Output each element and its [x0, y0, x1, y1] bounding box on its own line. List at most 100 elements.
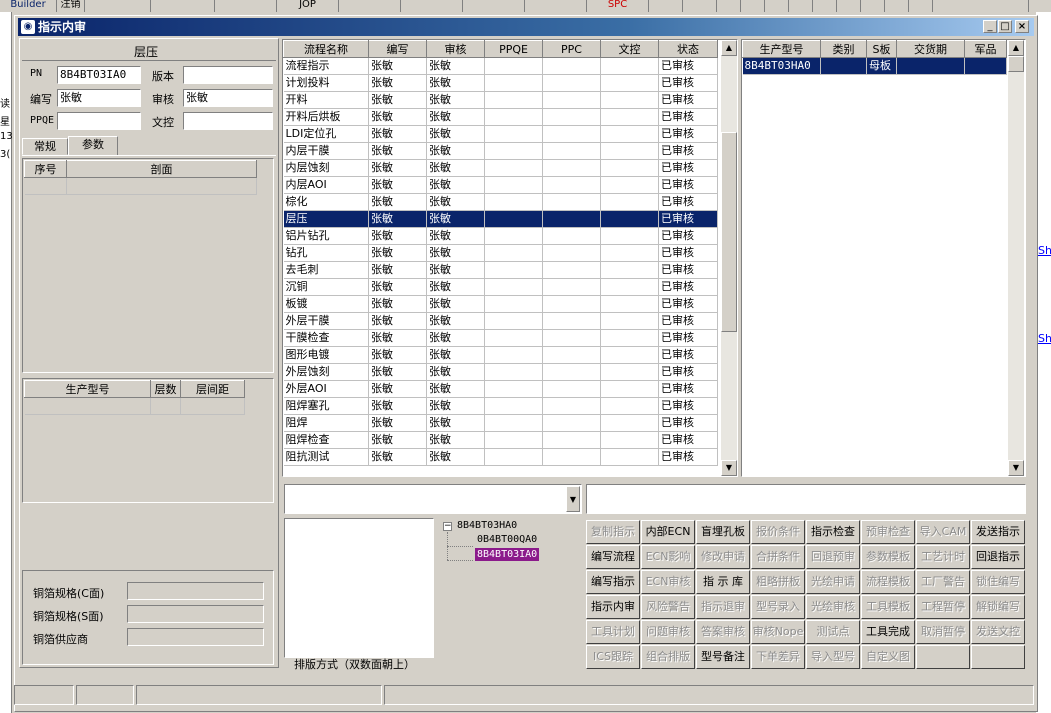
toolbar-item[interactable]	[85, 0, 151, 12]
column-header[interactable]: 文控	[600, 40, 659, 58]
table-row[interactable]: 板镀 张敏 张敏 已审核	[283, 295, 718, 313]
table-row[interactable]: 计划投料 张敏 张敏 已审核	[283, 74, 718, 92]
action-button[interactable]: 编写流程	[586, 545, 640, 569]
minimize-button[interactable]: _	[983, 20, 997, 33]
toolbar-item[interactable]	[339, 0, 401, 12]
toolbar-item[interactable]	[151, 0, 215, 12]
table-row[interactable]: 开料后烘板 张敏 张敏 已审核	[283, 108, 718, 126]
toolbar-item[interactable]	[789, 0, 813, 12]
process-scrollbar[interactable]: ▲ ▼	[721, 40, 737, 476]
column-header[interactable]: PPC	[542, 40, 601, 58]
action-button[interactable]: 审核Nope	[751, 620, 805, 644]
action-button[interactable]: ECN审核	[641, 570, 695, 594]
column-header[interactable]: 生产型号	[24, 380, 151, 398]
action-button[interactable]: 指示退审	[696, 595, 750, 619]
action-button[interactable]: 指示内审	[586, 595, 640, 619]
action-button[interactable]: 解锁编写	[971, 595, 1025, 619]
action-button[interactable]: 回退指示	[971, 545, 1025, 569]
action-button[interactable]: 流程模板	[861, 570, 915, 594]
table-row[interactable]: 外层干膜 张敏 张敏 已审核	[283, 312, 718, 330]
action-button[interactable]: 型号备注	[696, 645, 750, 669]
table-row[interactable]: 开料 张敏 张敏 已审核	[283, 91, 718, 109]
table-row[interactable]: 层压 张敏 张敏 已审核	[283, 210, 718, 228]
toolbar-item[interactable]: 注销	[57, 0, 85, 12]
column-header[interactable]: 序号	[24, 160, 67, 178]
action-button[interactable]: 内部ECN	[641, 520, 695, 544]
scroll-thumb[interactable]	[721, 132, 737, 332]
table-row[interactable]: 图形电镀 张敏 张敏 已审核	[283, 346, 718, 364]
toolbar-item[interactable]	[401, 0, 463, 12]
action-button[interactable]: 锁住编写	[971, 570, 1025, 594]
action-button[interactable]: 盲埋孔板	[696, 520, 750, 544]
toolbar-item[interactable]	[525, 0, 587, 12]
action-button[interactable]: 导入CAM	[916, 520, 970, 544]
toolbar-item[interactable]: Builder	[0, 0, 57, 12]
foil-s-field[interactable]	[127, 605, 264, 623]
action-button[interactable]: 回退预审	[806, 545, 860, 569]
action-button[interactable]: ECN影响	[641, 545, 695, 569]
action-button[interactable]: 问题审核	[641, 620, 695, 644]
column-header[interactable]: 层间距	[180, 380, 245, 398]
table-row[interactable]: 去毛刺 张敏 张敏 已审核	[283, 261, 718, 279]
action-button[interactable]: 风险警告	[641, 595, 695, 619]
table-row[interactable]: 阻抗测试 张敏 张敏 已审核	[283, 448, 718, 466]
scroll-down-button[interactable]: ▼	[1008, 460, 1024, 476]
action-button[interactable]: 发送指示	[971, 520, 1025, 544]
toolbar-item[interactable]	[933, 0, 1029, 12]
column-header[interactable]: 流程名称	[283, 40, 369, 58]
scroll-up-button[interactable]: ▲	[721, 40, 737, 56]
action-button[interactable]: 型号录入	[751, 595, 805, 619]
table-row[interactable]: 内层AOI 张敏 张敏 已审核	[283, 176, 718, 194]
toolbar-item[interactable]	[649, 0, 683, 12]
action-button[interactable]: 工艺计时	[916, 545, 970, 569]
review-field[interactable]: 张敏	[183, 89, 273, 107]
tree-node-selected[interactable]: 8B4BT03IA0	[475, 548, 540, 561]
table-row[interactable]: LDI定位孔 张敏 张敏 已审核	[283, 125, 718, 143]
action-button[interactable]: 复制指示	[586, 520, 640, 544]
action-button[interactable]: 报价条件	[751, 520, 805, 544]
foil-c-field[interactable]	[127, 582, 264, 600]
table-row[interactable]: 钻孔 张敏 张敏 已审核	[283, 244, 718, 262]
table-row[interactable]: 内层干膜 张敏 张敏 已审核	[283, 142, 718, 160]
filter-combobox[interactable]: ▼	[284, 484, 582, 514]
table-row[interactable]: 阻焊检查 张敏 张敏 已审核	[283, 431, 718, 449]
toolbar-item[interactable]	[909, 0, 933, 12]
column-header[interactable]: 层数	[150, 380, 181, 398]
column-header[interactable]: 交货期	[896, 40, 965, 58]
version-field[interactable]	[183, 66, 273, 84]
action-button[interactable]: 答案审核	[696, 620, 750, 644]
action-button[interactable]: 工具计划	[586, 620, 640, 644]
action-button[interactable]: 修改申请	[696, 545, 750, 569]
action-button[interactable]: 工具模板	[861, 595, 915, 619]
toolbar-item[interactable]	[861, 0, 885, 12]
close-button[interactable]: ×	[1015, 20, 1029, 33]
action-button[interactable]: 粗略拼板	[751, 570, 805, 594]
column-header[interactable]: 生产型号	[742, 40, 821, 58]
action-button[interactable]: 指 示 库	[696, 570, 750, 594]
action-button[interactable]: 编写指示	[586, 570, 640, 594]
scroll-up-button[interactable]: ▲	[1008, 40, 1024, 56]
author-field[interactable]: 张敏	[57, 89, 141, 107]
toolbar-item[interactable]	[885, 0, 909, 12]
toolbar-item[interactable]	[463, 0, 525, 12]
action-button[interactable]: 工厂警告	[916, 570, 970, 594]
foil-supplier-field[interactable]	[127, 628, 264, 646]
column-header[interactable]: PPQE	[484, 40, 543, 58]
side-link[interactable]: Sh	[1038, 244, 1051, 257]
action-button[interactable]: 下单差异	[751, 645, 805, 669]
action-button[interactable]: 预审检查	[861, 520, 915, 544]
toolbar-item[interactable]	[837, 0, 861, 12]
table-row[interactable]: 外层蚀刻 张敏 张敏 已审核	[283, 363, 718, 381]
table-row[interactable]: 流程指示 张敏 张敏 已审核	[283, 57, 718, 75]
action-button[interactable]: 指示检查	[806, 520, 860, 544]
toolbar-item[interactable]	[813, 0, 837, 12]
table-row[interactable]: 8B4BT03HA0 母板	[742, 57, 1007, 75]
column-header[interactable]: 状态	[658, 40, 718, 58]
action-button[interactable]	[971, 645, 1025, 669]
action-button[interactable]: 工程暂停	[916, 595, 970, 619]
toolbar-item[interactable]	[683, 0, 717, 12]
toolbar-item[interactable]	[741, 0, 765, 12]
toolbar-item[interactable]: JOP	[277, 0, 339, 12]
column-header[interactable]: 军品	[964, 40, 1007, 58]
scroll-down-button[interactable]: ▼	[721, 460, 737, 476]
